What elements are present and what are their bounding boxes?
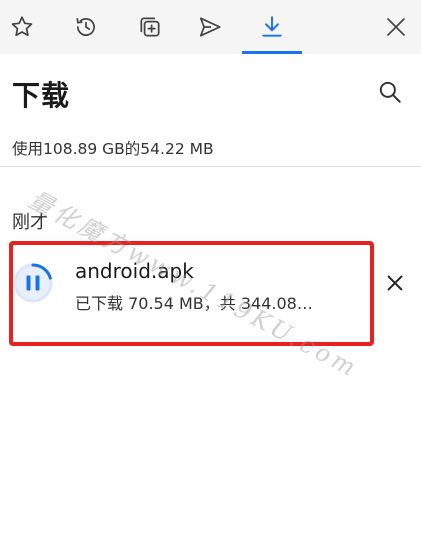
close-icon <box>387 18 405 36</box>
storage-usage: 使用108.89 GB的54.22 MB <box>12 140 214 158</box>
share-button[interactable] <box>188 0 232 54</box>
top-toolbar <box>0 0 421 54</box>
collections-button[interactable] <box>128 0 172 54</box>
search-button[interactable] <box>370 72 410 112</box>
share-icon <box>199 17 221 37</box>
cancel-download-button[interactable] <box>380 268 410 298</box>
history-button[interactable] <box>64 0 108 54</box>
collections-icon <box>140 17 160 37</box>
history-icon <box>76 18 95 36</box>
pause-progress-icon <box>13 263 53 303</box>
active-tab-indicator <box>242 51 302 54</box>
downloads-tab[interactable] <box>250 0 294 54</box>
page-title: 下载 <box>12 79 71 112</box>
section-label: 刚才 <box>12 212 48 233</box>
pause-button[interactable] <box>12 262 54 304</box>
download-icon <box>262 16 282 37</box>
close-icon <box>387 275 403 291</box>
star-icon <box>11 16 33 37</box>
download-status: 已下载 70.54 MB，共 344.08… <box>75 294 313 313</box>
search-icon <box>379 81 401 103</box>
close-panel-button[interactable] <box>374 0 418 54</box>
divider <box>0 166 421 167</box>
favorites-button[interactable] <box>0 0 44 54</box>
download-filename: android.apk <box>75 259 194 283</box>
